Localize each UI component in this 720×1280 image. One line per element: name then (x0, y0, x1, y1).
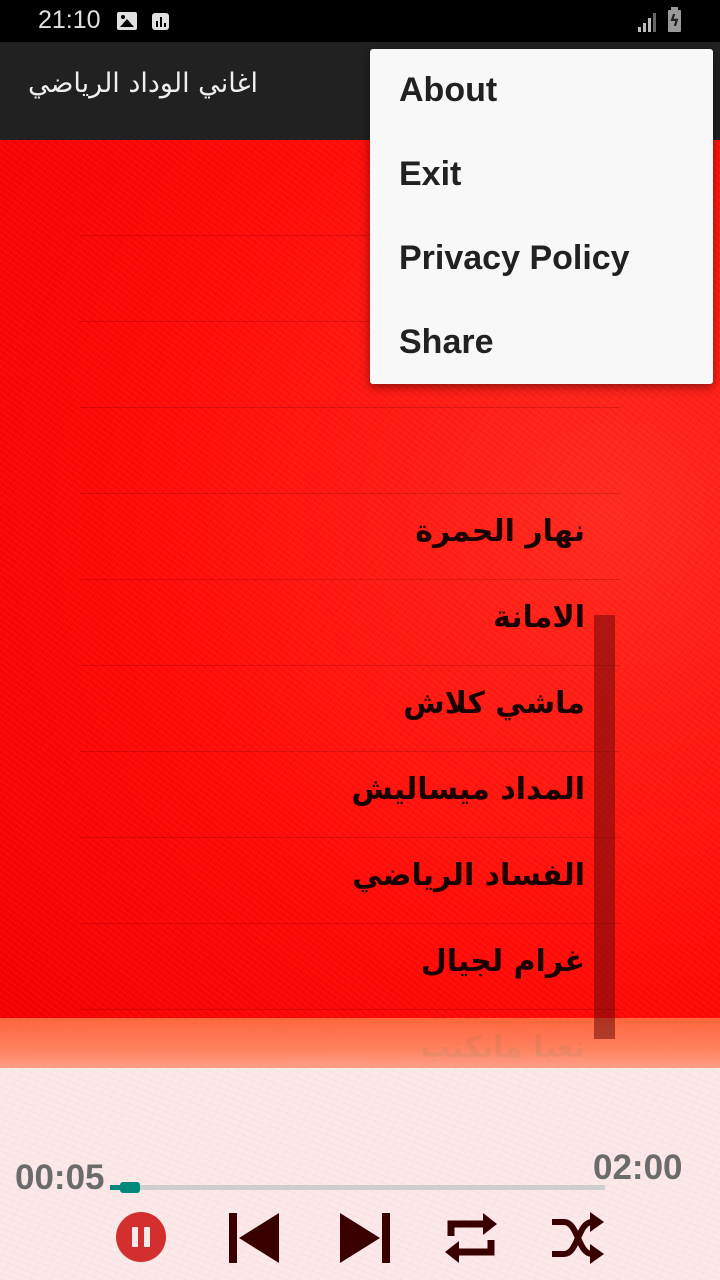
song-title: الفساد الرياضي (352, 858, 585, 893)
shuffle-button[interactable] (550, 1210, 606, 1266)
image-icon (117, 12, 137, 30)
menu-item-privacy-policy[interactable]: Privacy Policy (370, 219, 713, 303)
shuffle-icon (552, 1212, 604, 1264)
signal-icon (638, 12, 658, 32)
menu-item-label: About (399, 71, 498, 109)
song-list-item[interactable]: الفساد الرياضي (80, 838, 620, 924)
player-panel: 00:05 02:00 (0, 1068, 720, 1280)
song-title: المداد ميساليش (351, 772, 585, 807)
skip-next-icon (340, 1213, 390, 1263)
next-button[interactable] (337, 1210, 393, 1266)
previous-button[interactable] (226, 1210, 282, 1266)
menu-item-share[interactable]: Share (370, 303, 713, 387)
skip-previous-icon (229, 1213, 279, 1263)
menu-item-label: Share (399, 323, 494, 361)
song-list-item[interactable]: ماشي كلاش (80, 666, 620, 752)
total-time: 02:00 (593, 1148, 683, 1187)
song-list-item[interactable]: المداد ميساليش (80, 752, 620, 838)
menu-item-label: Exit (399, 155, 462, 193)
repeat-button[interactable] (443, 1210, 499, 1266)
song-title: غرام لجيال (420, 944, 585, 979)
song-title: نهار الحمرة (415, 514, 585, 549)
scrollbar-thumb[interactable] (594, 615, 615, 1039)
app-title: اغاني الوداد الرياضي (28, 68, 259, 99)
menu-item-exit[interactable]: Exit (370, 135, 713, 219)
menu-item-about[interactable]: About (370, 51, 713, 135)
song-title: ماشي كلاش (403, 686, 585, 721)
current-time: 00:05 (15, 1158, 105, 1197)
song-list-item[interactable]: الامانة (80, 580, 620, 666)
repeat-icon (445, 1213, 497, 1263)
overflow-menu: About Exit Privacy Policy Share (370, 49, 713, 384)
song-title: الامانة (493, 600, 585, 635)
seek-bar[interactable] (110, 1182, 605, 1193)
status-time: 21:10 (38, 6, 101, 34)
menu-item-label: Privacy Policy (399, 239, 630, 277)
seek-thumb[interactable] (119, 1182, 140, 1193)
stats-icon (152, 13, 169, 30)
pause-icon (132, 1227, 138, 1247)
song-list-item[interactable]: نهار الحمرة (80, 494, 620, 580)
pause-button[interactable] (116, 1212, 166, 1262)
battery-charging-icon: ϟ (668, 7, 681, 32)
song-list-item[interactable]: غرام لجيال (80, 924, 620, 1010)
status-bar: 21:10 ϟ (0, 0, 720, 42)
song-list-item[interactable] (80, 408, 620, 494)
